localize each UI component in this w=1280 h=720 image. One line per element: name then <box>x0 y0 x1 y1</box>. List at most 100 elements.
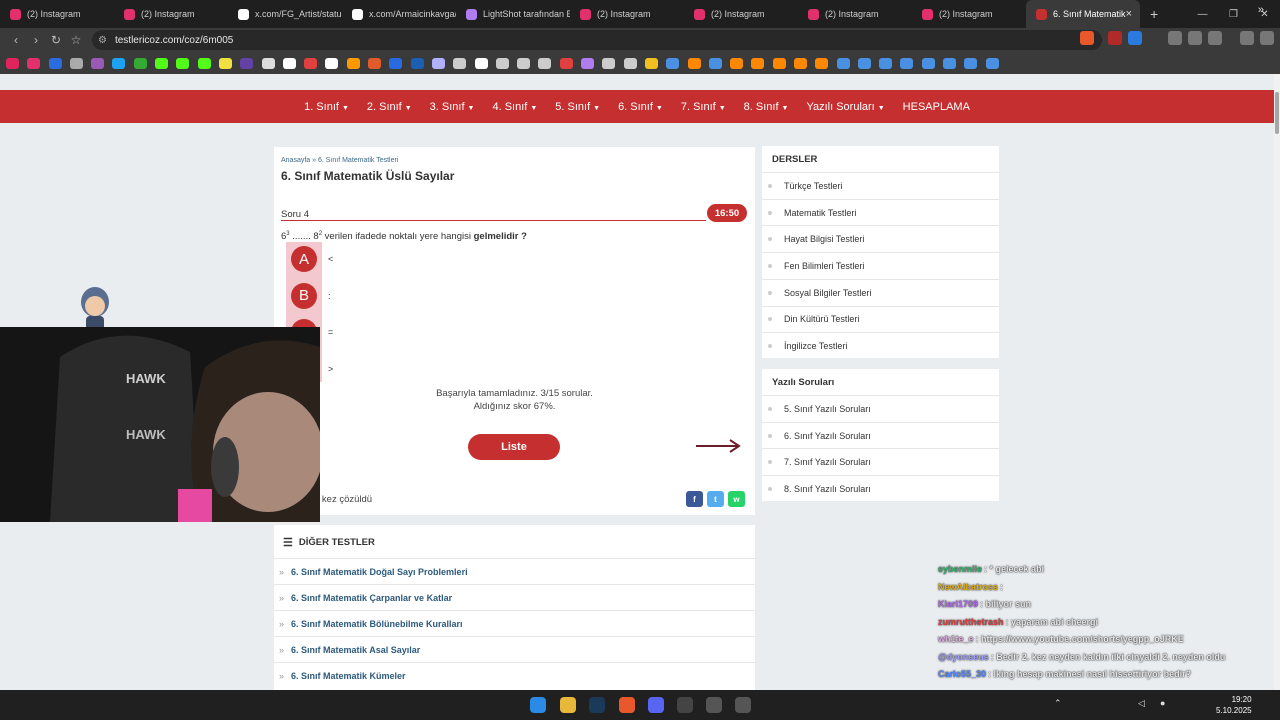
bookmark-icon[interactable] <box>453 57 467 69</box>
nav-item[interactable]: 5. Sınıf ▼ <box>555 101 600 113</box>
browser-tab[interactable]: x.com/Armaicinkavga/ <box>342 0 456 28</box>
nav-item[interactable]: 7. Sınıf ▼ <box>681 101 726 113</box>
bookmark-icon[interactable] <box>325 57 339 69</box>
close-window-button[interactable]: ✕ <box>1249 0 1280 28</box>
bookmark-icon[interactable] <box>261 57 275 69</box>
nav-item[interactable]: 4. Sınıf ▼ <box>492 101 537 113</box>
bookmark-icon[interactable]: ☆ <box>66 33 86 47</box>
extension-icon[interactable] <box>1128 31 1142 45</box>
bookmark-icon[interactable] <box>517 57 531 69</box>
sidebar-link[interactable]: Sosyal Bilgiler Testleri <box>762 278 999 306</box>
browser-tab[interactable]: x.com/FG_Artist/status/ <box>228 0 342 28</box>
other-test-link[interactable]: » 6. Sınıf Matematik Asal Sayılar <box>274 636 755 662</box>
bookmark-icon[interactable] <box>389 57 403 69</box>
brave-shield-icon[interactable] <box>1080 31 1094 45</box>
start-icon[interactable] <box>530 697 546 713</box>
sidebar-link[interactable]: Hayat Bilgisi Testleri <box>762 225 999 252</box>
bookmark-icon[interactable] <box>815 57 829 69</box>
steam-icon[interactable] <box>589 697 605 713</box>
close-tab-icon[interactable]: × <box>1126 8 1132 20</box>
site-settings-icon[interactable]: ⚙ <box>98 35 107 46</box>
bookmark-icon[interactable] <box>6 57 19 69</box>
tray-overflow-icon[interactable]: ⌃ <box>1054 698 1062 709</box>
bookmark-icon[interactable] <box>559 57 573 69</box>
file-explorer-icon[interactable] <box>560 697 576 713</box>
bookmark-icon[interactable] <box>410 57 424 69</box>
bookmark-icon[interactable] <box>772 57 786 69</box>
extensions-icon[interactable] <box>1188 31 1202 45</box>
sidebar-link[interactable]: İngilizce Testleri <box>762 332 999 359</box>
bookmark-icon[interactable] <box>687 57 701 69</box>
wallet-icon[interactable] <box>1208 31 1222 45</box>
option-text[interactable]: : <box>328 291 331 301</box>
brave-icon[interactable] <box>619 697 635 713</box>
ublock-icon[interactable] <box>1108 31 1122 45</box>
nav-item[interactable]: HESAPLAMA <box>903 101 970 113</box>
bookmark-icon[interactable] <box>644 57 658 69</box>
bookmark-icon[interactable] <box>857 57 871 69</box>
bookmark-icon[interactable] <box>836 57 850 69</box>
other-test-link[interactable]: » 6. Sınıf Matematik Doğal Sayı Problemle… <box>274 558 755 584</box>
bookmark-icon[interactable] <box>431 57 445 69</box>
bookmark-icon[interactable] <box>985 57 999 69</box>
bookmark-icon[interactable] <box>69 57 83 69</box>
bookmark-icon[interactable] <box>581 57 595 69</box>
bookmark-icon[interactable] <box>91 57 105 69</box>
sidebar-link[interactable]: Matematik Testleri <box>762 198 999 226</box>
bookmark-icon[interactable] <box>900 57 914 69</box>
bookmark-icon[interactable] <box>964 57 978 69</box>
app-icon[interactable] <box>706 697 722 713</box>
app-icon[interactable] <box>735 697 751 713</box>
browser-tab[interactable]: (2) Instagram <box>570 0 684 28</box>
scrollbar-thumb[interactable] <box>1275 92 1279 134</box>
other-test-link[interactable]: » 6. Sınıf Matematik Kümeler <box>274 662 755 688</box>
bookmark-icon[interactable] <box>346 57 360 69</box>
bookmark-icon[interactable] <box>176 57 190 69</box>
other-test-link[interactable]: » 6. Sınıf Matematik Çarpanlar ve Katlar <box>274 584 755 610</box>
bookmark-icon[interactable] <box>304 57 318 69</box>
bookmark-icon[interactable] <box>282 57 296 69</box>
option-text[interactable]: > <box>328 364 333 374</box>
forward-icon[interactable]: › <box>26 33 46 47</box>
bookmark-icon[interactable] <box>751 57 765 69</box>
breadcrumb[interactable]: Anasayfa » 6. Sınıf Matematik Testleri <box>281 157 398 164</box>
clock[interactable]: 19:20 5.10.2025 <box>1216 694 1252 716</box>
bookmark-icon[interactable] <box>708 57 722 69</box>
sidebar-icon[interactable] <box>1168 31 1182 45</box>
option-text[interactable]: = <box>328 327 333 337</box>
bookmark-icon[interactable] <box>879 57 893 69</box>
sidebar-link[interactable]: Fen Bilimleri Testleri <box>762 252 999 279</box>
discord-icon[interactable] <box>648 697 664 713</box>
twitter-share-icon[interactable]: t <box>707 491 724 507</box>
bookmark-icon[interactable] <box>474 57 488 69</box>
sidebar-link[interactable]: 8. Sınıf Yazılı Soruları <box>762 475 999 502</box>
liste-button[interactable]: Liste <box>468 434 560 460</box>
new-tab-button[interactable]: + <box>1150 6 1158 22</box>
page-scrollbar[interactable] <box>1274 74 1280 690</box>
next-arrow-icon[interactable] <box>694 438 742 454</box>
bookmark-icon[interactable] <box>921 57 935 69</box>
bookmark-icon[interactable] <box>27 57 41 69</box>
url-bar[interactable]: ⚙ testlericoz.com/coz/6m005 <box>92 30 1102 50</box>
option-b-button[interactable]: B <box>291 282 317 309</box>
bookmark-icon[interactable] <box>197 57 211 69</box>
bookmark-icon[interactable] <box>218 57 232 69</box>
nav-item[interactable]: 1. Sınıf ▼ <box>304 101 349 113</box>
sidebar-link[interactable]: 7. Sınıf Yazılı Soruları <box>762 448 999 475</box>
bookmark-icon[interactable] <box>155 57 169 69</box>
maximize-button[interactable]: ❐ <box>1218 0 1249 28</box>
browser-tab[interactable]: (2) Instagram <box>0 0 114 28</box>
nav-item[interactable]: 2. Sınıf ▼ <box>367 101 412 113</box>
bookmark-icon[interactable] <box>943 57 957 69</box>
bookmarks-overflow-icon[interactable]: » <box>1258 4 1264 16</box>
menu-icon[interactable] <box>1260 31 1274 45</box>
browser-tab[interactable]: (2) Instagram <box>798 0 912 28</box>
sidebar-link[interactable]: 5. Sınıf Yazılı Soruları <box>762 395 999 422</box>
option-a-button[interactable]: A <box>291 246 317 272</box>
bookmark-icon[interactable] <box>793 57 807 69</box>
browser-tab[interactable]: LightShot tarafından Eb <box>456 0 570 28</box>
media-icon[interactable] <box>1240 31 1254 45</box>
browser-tab[interactable]: 6. Sınıf Matematik × <box>1026 0 1140 28</box>
reload-icon[interactable]: ↻ <box>46 33 66 47</box>
whatsapp-share-icon[interactable]: w <box>728 491 745 507</box>
